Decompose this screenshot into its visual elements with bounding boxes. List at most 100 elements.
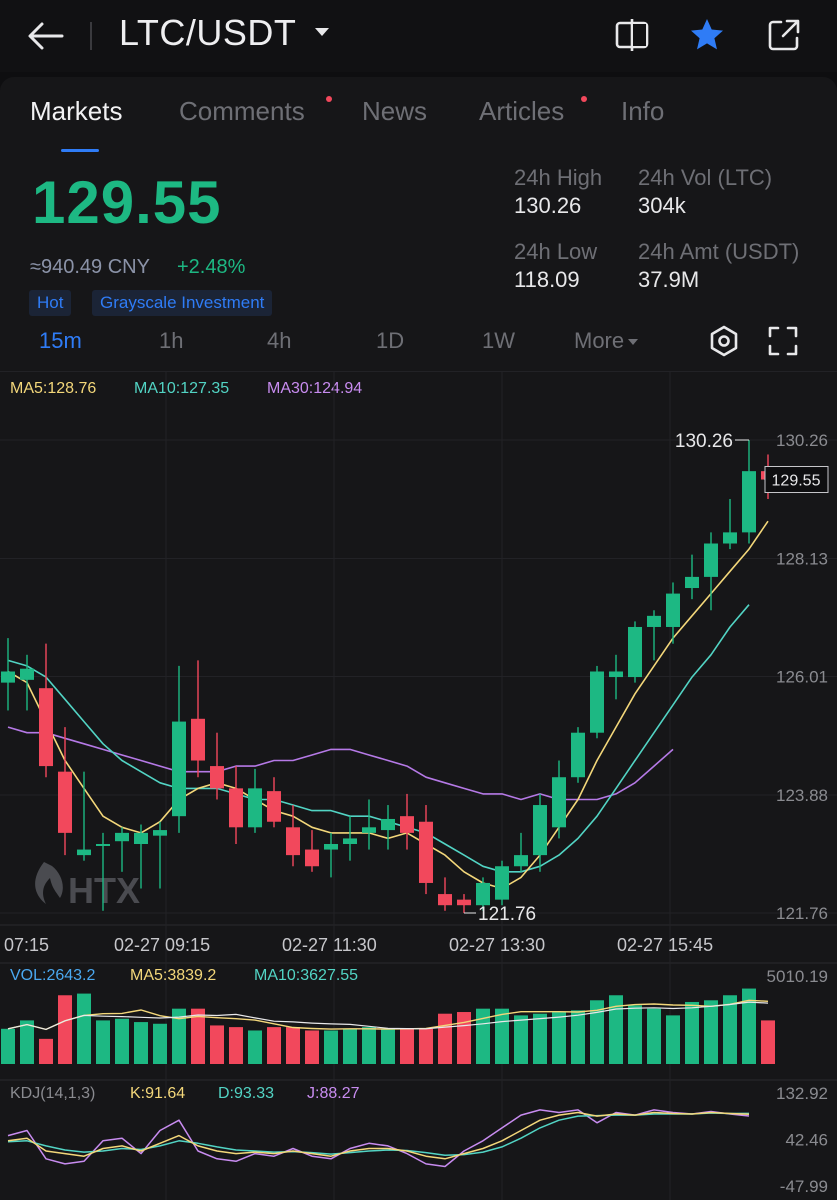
- volume-bar: [362, 1027, 376, 1064]
- candle-body: [324, 843, 338, 850]
- amt-value: 37.9M: [638, 267, 700, 292]
- interval-1h[interactable]: 1h: [159, 328, 183, 354]
- candle-body: [381, 818, 395, 831]
- amt-label: 24h Amt (USDT): [638, 239, 800, 264]
- candle-body: [210, 766, 224, 789]
- interval-1w[interactable]: 1W: [482, 328, 515, 354]
- interval-1d[interactable]: 1D: [376, 328, 404, 354]
- back-arrow-icon[interactable]: [26, 18, 66, 54]
- tab-markets[interactable]: Markets: [30, 96, 122, 127]
- candle-body: [39, 688, 53, 767]
- volume-bar: [286, 1027, 300, 1064]
- more-caret-icon: [628, 339, 639, 346]
- last-price: 129.55: [32, 169, 222, 236]
- vol-legend: VOL:2643.2: [10, 967, 96, 984]
- candle-body: [723, 532, 737, 544]
- candle-body: [96, 843, 110, 846]
- volume-bar: [457, 1012, 471, 1064]
- candle-body: [514, 855, 528, 867]
- tab-articles[interactable]: Articles: [479, 96, 564, 127]
- volume-bar: [324, 1030, 338, 1064]
- tab-comments[interactable]: Comments: [179, 96, 305, 127]
- volume-bar: [115, 1018, 129, 1064]
- share-icon[interactable]: [765, 16, 803, 54]
- volume-bar: [533, 1013, 547, 1064]
- candle-body: [229, 788, 243, 828]
- candle-body: [343, 838, 357, 844]
- volume-bar: [229, 1027, 243, 1064]
- low-marker-label: 121.76: [478, 904, 536, 925]
- volume-bar: [210, 1025, 224, 1064]
- candle-body: [1, 671, 15, 683]
- candle-body: [495, 866, 509, 900]
- pair-title[interactable]: LTC/USDT: [119, 12, 296, 54]
- tab-news[interactable]: News: [362, 96, 427, 127]
- volume-bar: [77, 993, 91, 1064]
- watermark-text: HTX: [68, 870, 140, 911]
- volume-bar: [1, 1028, 15, 1064]
- chart-grid: [0, 372, 837, 1200]
- kline-chart[interactable]: HTX 130.26 128.13 126.01 123.88 121.76 130.2…: [0, 372, 837, 1200]
- volume-bar: [438, 1013, 452, 1064]
- candle-body: [286, 827, 300, 856]
- candle-body: [609, 671, 623, 678]
- candle-body: [400, 816, 414, 833]
- candle-body: [20, 668, 34, 680]
- price-tick-label: 121.76: [776, 904, 828, 923]
- kdj-tick-label: 42.46: [785, 1131, 828, 1150]
- candle-body: [571, 732, 585, 778]
- price-tick-label: 126.01: [776, 668, 828, 687]
- tab-bar: Markets Comments News Articles Info: [0, 96, 837, 136]
- cny-price: ≈940.49 CNY: [30, 256, 150, 278]
- volume-bar: [39, 1038, 53, 1064]
- tab-info[interactable]: Info: [621, 96, 664, 127]
- title-separator: [90, 22, 92, 50]
- candle-body: [419, 821, 433, 883]
- interval-more[interactable]: More: [574, 328, 639, 354]
- candle-body: [58, 771, 72, 833]
- volume-bar: [267, 1027, 281, 1064]
- compare-icon[interactable]: [613, 16, 651, 54]
- candle-body: [77, 849, 91, 856]
- volume-max-label: 5010.19: [767, 967, 828, 986]
- volume-bar: [153, 1023, 167, 1064]
- candle-body: [153, 830, 167, 836]
- indicator-settings-icon[interactable]: [707, 324, 741, 358]
- candle-body: [172, 721, 186, 817]
- volume-bar: [400, 1028, 414, 1064]
- tag-grayscale[interactable]: Grayscale Investment: [92, 290, 273, 316]
- candle-body: [438, 894, 452, 906]
- htx-watermark: HTX: [35, 862, 140, 911]
- candle-body: [362, 827, 376, 833]
- candle-body: [590, 671, 604, 733]
- volume-bar: [381, 1028, 395, 1064]
- candle-body: [742, 471, 756, 533]
- caret-down-icon[interactable]: [312, 22, 332, 42]
- kdj-j-legend: J:88.27: [307, 1085, 360, 1102]
- candle-body: [191, 718, 205, 761]
- fullscreen-icon[interactable]: [766, 324, 800, 358]
- volume-bar: [343, 1028, 357, 1064]
- volume-bar: [723, 995, 737, 1064]
- volume-bar: [305, 1030, 319, 1064]
- candle-body: [647, 615, 661, 627]
- candle-body: [248, 788, 262, 828]
- high-value: 130.26: [514, 193, 582, 218]
- vol-ma5-legend: MA5:3839.2: [130, 967, 216, 984]
- price-axis: 130.26 128.13 126.01 123.88 121.76: [776, 431, 828, 923]
- volume-bar: [552, 1012, 566, 1064]
- articles-notification-dot: [581, 96, 587, 102]
- volume-bar: [514, 1015, 528, 1064]
- candle-body: [457, 899, 471, 906]
- tag-hot[interactable]: Hot: [29, 290, 72, 316]
- time-axis: 07:15 02-27 09:15 02-27 11:30 02-27 13:30 02…: [4, 935, 713, 955]
- interval-4h[interactable]: 4h: [267, 328, 291, 354]
- interval-15m[interactable]: 15m: [39, 328, 82, 354]
- price-change: +2.48%: [177, 256, 246, 278]
- candle-body: [552, 777, 566, 828]
- vol-label: 24h Vol (LTC): [638, 165, 773, 190]
- star-icon[interactable]: [688, 16, 726, 54]
- volume-bar: [685, 1001, 699, 1064]
- candle-body: [704, 543, 718, 577]
- last-price-label: 129.55: [772, 473, 821, 490]
